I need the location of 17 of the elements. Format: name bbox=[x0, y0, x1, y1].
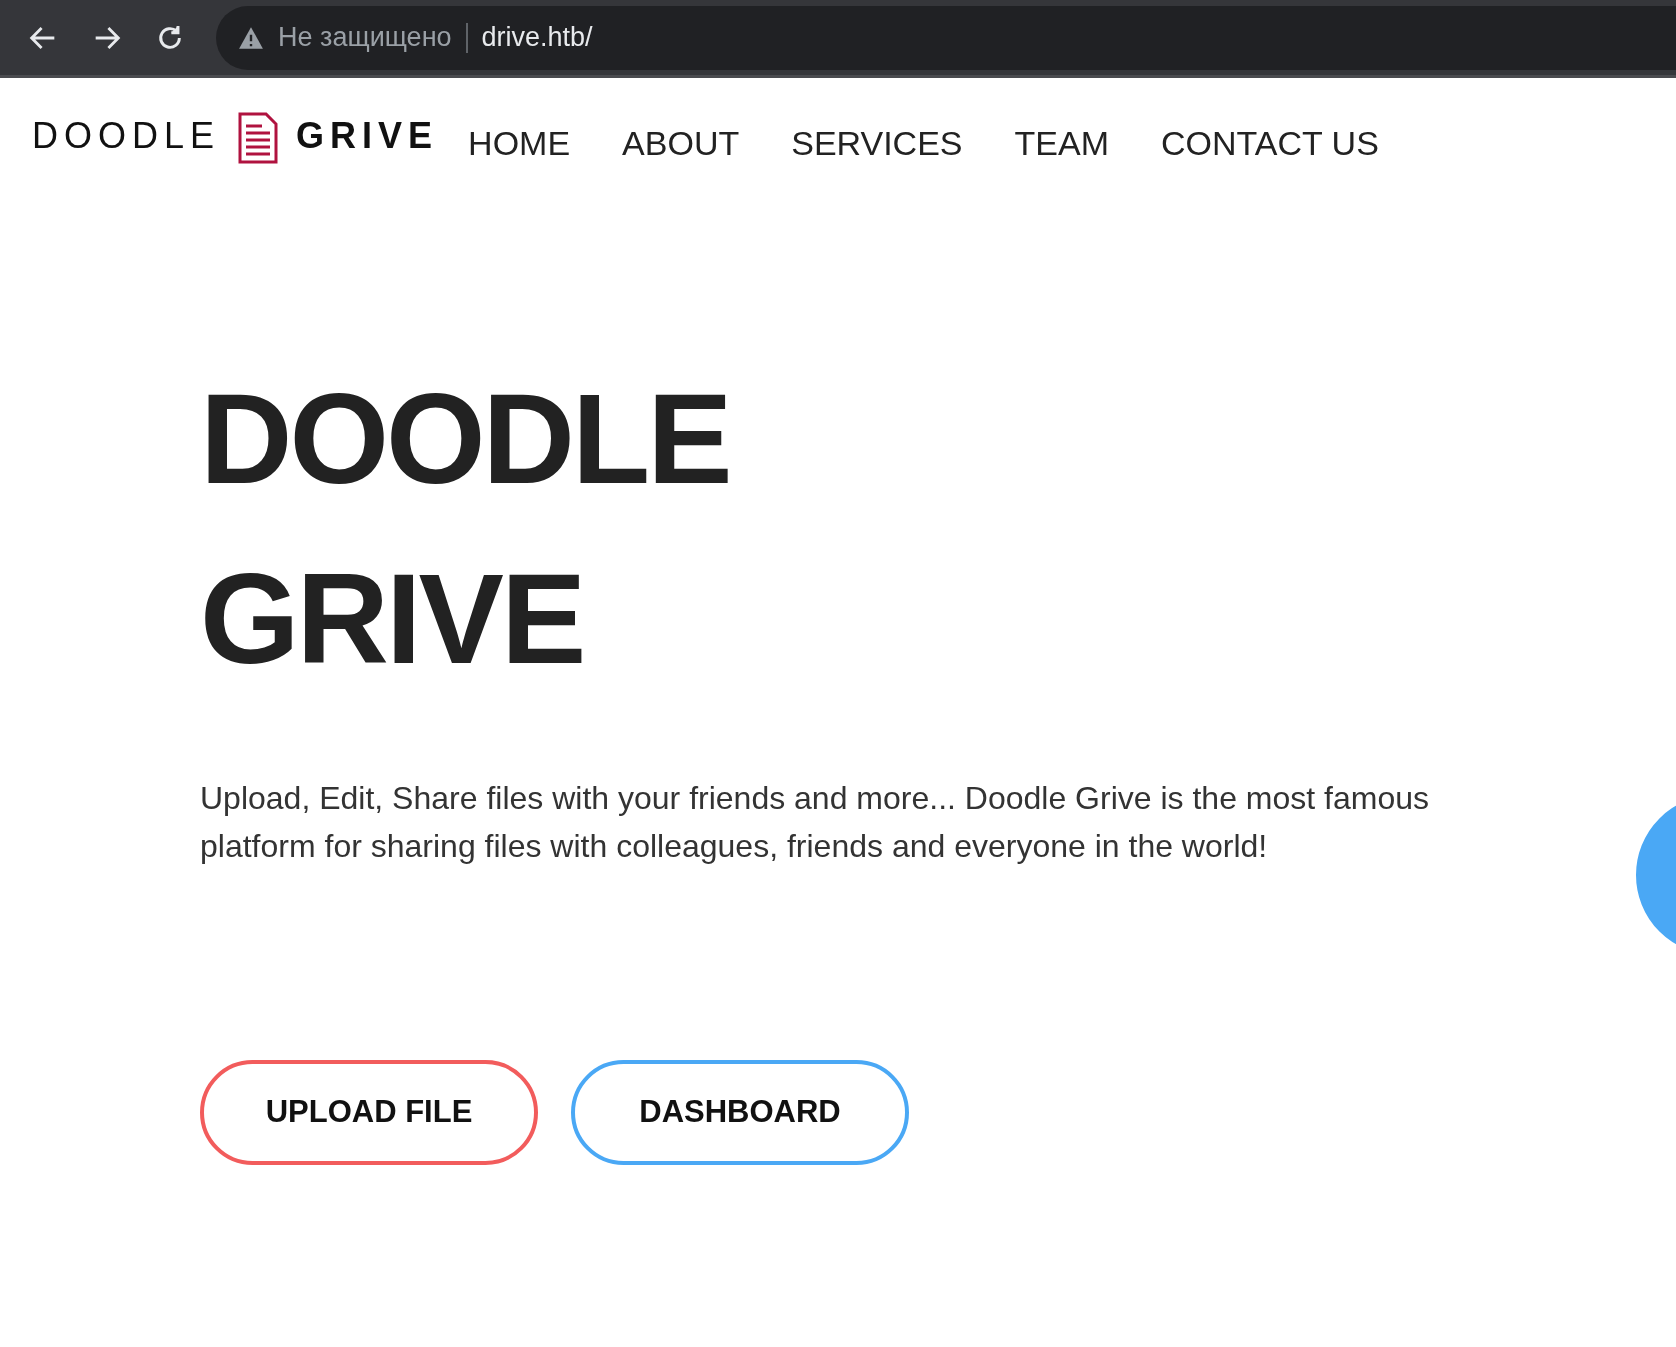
action-button[interactable]: DASHBOARD bbox=[571, 1060, 909, 1165]
security-label: Не защищено bbox=[278, 21, 452, 55]
document-icon bbox=[238, 112, 279, 164]
nav-link[interactable]: TEAM bbox=[1014, 126, 1109, 160]
hero-description: Upload, Edit, Share files with your friends and more... Doodle Grive is the most famous platform for sharing files with colleagues, friends and everyone in the world! bbox=[200, 779, 1430, 866]
address-bar[interactable]: Не защищено drive.htb/ bbox=[216, 5, 1676, 70]
nav-link[interactable]: HOME bbox=[468, 126, 571, 160]
logo-text: DOODLE bbox=[32, 118, 221, 154]
action-button[interactable]: UPLOAD FILE bbox=[200, 1060, 538, 1165]
warning-icon bbox=[238, 25, 264, 50]
url-text: drive.htb/ bbox=[481, 21, 593, 55]
nav-link[interactable]: ABOUT bbox=[622, 126, 740, 160]
hero-title: DOODLE bbox=[200, 366, 731, 512]
hero-title: GRIVE bbox=[200, 546, 585, 692]
nav-link[interactable]: SERVICES bbox=[791, 126, 963, 160]
logo-text: GRIVE bbox=[296, 118, 439, 154]
nav-link[interactable]: CONTACT US bbox=[1161, 126, 1379, 160]
